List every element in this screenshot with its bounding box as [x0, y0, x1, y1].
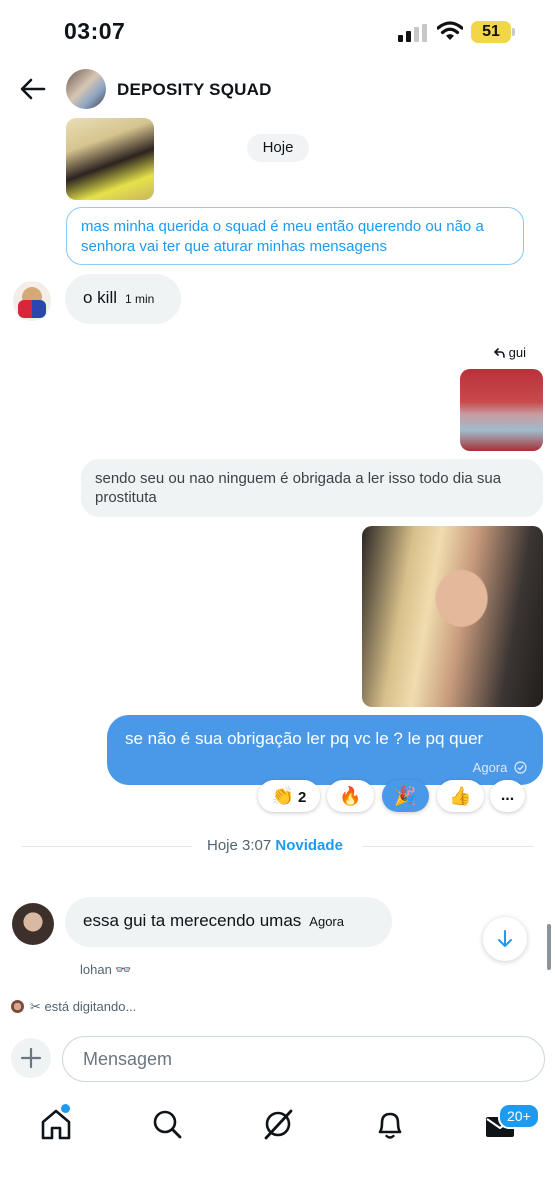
search-icon[interactable]: [147, 1104, 187, 1144]
status-time: 03:07: [64, 18, 126, 44]
message-time: Agora: [472, 760, 508, 775]
sender-avatar[interactable]: [12, 903, 54, 945]
grok-icon[interactable]: [258, 1104, 298, 1144]
message-bubble[interactable]: essa gui ta merecendo umas Agora: [65, 897, 392, 947]
media-image[interactable]: [362, 526, 543, 707]
media-image[interactable]: [66, 118, 154, 200]
reply-icon: [493, 348, 505, 358]
reaction-fire[interactable]: 🔥: [327, 780, 374, 812]
message-bubble[interactable]: o kill 1 min: [65, 274, 181, 324]
seen-by-label: lohan 👓: [80, 962, 132, 977]
wifi-icon: [437, 21, 463, 40]
reaction-thumbs-up[interactable]: 👍: [437, 780, 484, 812]
message-input[interactable]: [62, 1036, 545, 1082]
date-chip: Hoje: [247, 134, 309, 162]
message-text: se não é sua obrigação ler pq vc le ? le…: [125, 729, 484, 748]
arrow-down-icon: [498, 930, 512, 947]
reply-to-name: gui: [508, 345, 526, 360]
media-image[interactable]: [460, 369, 543, 451]
reaction-count: 2: [298, 789, 307, 806]
home-notification-dot: [61, 1104, 70, 1113]
new-messages-divider: Hoje 3:07 Novidade: [207, 837, 343, 854]
divider-line: [22, 846, 192, 847]
divider-new-label: Novidade: [275, 837, 343, 854]
typing-avatar: [11, 1000, 24, 1013]
reaction-clap[interactable]: 👏 2: [258, 780, 320, 812]
plus-icon: [20, 1047, 42, 1069]
typing-indicator: ✂ está digitando...: [30, 999, 137, 1014]
battery-tip: [512, 28, 515, 36]
check-icon: [514, 761, 527, 774]
message-text: essa gui ta merecendo umas: [83, 911, 302, 930]
message-time: 1 min: [125, 292, 155, 306]
reply-indicator: gui: [493, 345, 526, 360]
own-message-bubble[interactable]: se não é sua obrigação ler pq vc le ? le…: [107, 715, 543, 785]
scroll-to-bottom-button[interactable]: [483, 917, 527, 961]
avatar-decoration: [18, 300, 46, 318]
battery-indicator: 51: [471, 21, 511, 43]
back-arrow-icon[interactable]: [18, 76, 48, 102]
home-icon[interactable]: [36, 1104, 76, 1144]
bell-icon[interactable]: [370, 1104, 410, 1144]
message-meta: Agora: [473, 760, 527, 775]
reaction-emoji: 👏: [271, 786, 295, 806]
add-attachment-button[interactable]: [11, 1038, 51, 1078]
reaction-more-button[interactable]: ...: [490, 780, 525, 812]
scrollbar[interactable]: [547, 924, 551, 970]
group-name[interactable]: DEPOSITY SQUAD: [117, 80, 272, 100]
quoted-message[interactable]: sendo seu ou nao ninguem é obrigada a le…: [81, 459, 543, 517]
divider-time: Hoje 3:07: [207, 837, 272, 854]
messages-badge: 20+: [498, 1103, 540, 1129]
message-time: Agora: [309, 914, 344, 929]
reaction-party[interactable]: 🎉: [382, 780, 429, 812]
message-text: o kill: [83, 288, 118, 307]
group-avatar[interactable]: [66, 69, 106, 109]
divider-line: [363, 846, 533, 847]
cellular-signal-icon: [398, 24, 427, 42]
quoted-reply-message[interactable]: mas minha querida o squad é meu então qu…: [66, 207, 524, 265]
